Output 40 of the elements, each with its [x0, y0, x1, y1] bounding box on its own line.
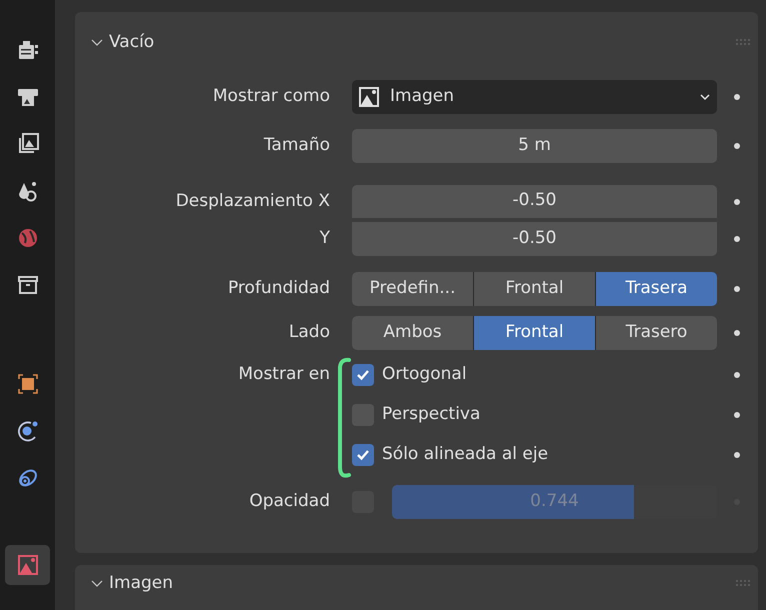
property-label: Mostrar como — [212, 85, 330, 108]
image-icon — [358, 86, 380, 108]
property-label: Y — [320, 226, 330, 250]
option-button[interactable]: Trasera — [596, 272, 717, 306]
checkbox[interactable] — [352, 404, 374, 426]
orbit-icon — [16, 420, 38, 442]
globe-icon — [16, 227, 38, 249]
option-button[interactable]: Ambos — [352, 316, 473, 350]
property-label: Tamaño — [264, 134, 330, 157]
checkmark-icon — [356, 369, 370, 381]
property-label: Mostrar en — [238, 363, 330, 386]
grip-icon[interactable] — [736, 580, 750, 588]
checkmark-icon — [356, 449, 370, 461]
image-stack-icon — [16, 133, 38, 155]
checkbox-label[interactable]: Perspectiva — [382, 402, 480, 428]
square-icon — [16, 373, 38, 395]
option-button[interactable]: Predefin... — [352, 272, 473, 306]
property-label: Opacidad — [249, 490, 330, 514]
box-icon — [16, 274, 38, 296]
dropdown[interactable]: Imagen — [352, 80, 717, 114]
property-label: Profundidad — [228, 277, 330, 300]
option-button[interactable]: Frontal — [474, 316, 595, 350]
option-button[interactable]: Frontal — [474, 272, 595, 306]
panel-header[interactable]: Imagen — [91, 571, 174, 597]
checkbox[interactable] — [352, 364, 374, 386]
checkbox-label[interactable]: Sólo alineada al eje — [382, 442, 548, 468]
grip-icon[interactable] — [736, 39, 750, 47]
checkbox[interactable] — [352, 444, 374, 466]
property-label: Lado — [288, 321, 330, 344]
number-field[interactable]: -0.50 — [352, 184, 717, 218]
drops-icon — [16, 180, 38, 202]
camera-icon — [16, 39, 38, 61]
number-field[interactable]: 5 m — [352, 128, 717, 162]
checkbox-label[interactable]: Ortogonal — [382, 362, 467, 388]
number-field[interactable]: -0.50 — [352, 222, 717, 256]
image-icon — [16, 554, 38, 576]
panel-header[interactable]: Vacío — [91, 30, 154, 56]
property-label: Desplazamiento X — [176, 190, 330, 213]
printer-icon — [16, 86, 38, 108]
option-button[interactable]: Trasero — [596, 316, 717, 350]
